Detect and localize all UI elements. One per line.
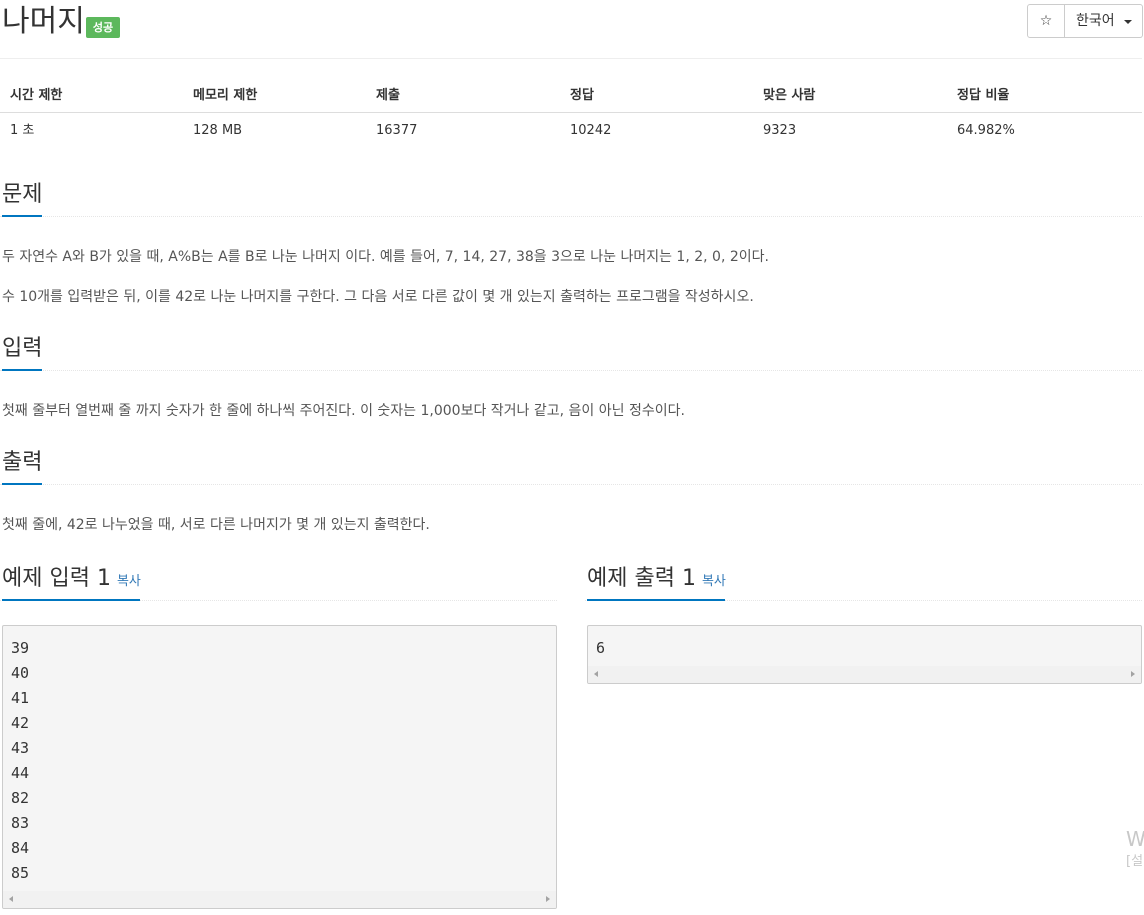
- sample-output-line: 6: [596, 639, 606, 657]
- sample-input-line: 83: [11, 814, 30, 832]
- section-underline: [2, 215, 42, 217]
- section-divider: [0, 216, 1142, 217]
- sample-input-line: 44: [11, 764, 30, 782]
- sample-input-line: 82: [11, 789, 30, 807]
- header-submissions: 제출: [376, 88, 400, 103]
- sample-output-header: 예제 출력 1 복사: [587, 564, 726, 594]
- status-badge: 성공: [86, 17, 120, 38]
- section-divider: [0, 370, 1142, 371]
- table-row: 1 초 128 MB 16377 10242 9323 64.982%: [0, 113, 1142, 148]
- language-label: 한국어: [1076, 13, 1115, 29]
- header-accept-ratio: 정답 비율: [957, 88, 1010, 103]
- horizontal-scrollbar[interactable]: [588, 666, 1141, 683]
- submissions-value: 16377: [376, 123, 418, 138]
- section-divider: [0, 484, 1142, 485]
- scroll-right-icon[interactable]: [546, 896, 550, 902]
- memory-limit-value: 128 MB: [193, 123, 243, 138]
- sample-input-line: 43: [11, 739, 30, 757]
- sample-input-lines: 39 40 41 42 43 44 82 83 84 85: [3, 626, 556, 886]
- sample-input-line: 84: [11, 839, 30, 857]
- problem-paragraph-1: 두 자연수 A와 B가 있을 때, A%B는 A를 B로 나눈 나머지 이다. …: [2, 249, 769, 265]
- sample-input-heading: 예제 입력 1: [2, 566, 111, 591]
- solved-users-value: 9323: [763, 123, 797, 138]
- sample-input-line: 41: [11, 689, 30, 707]
- sample-output-lines: 6: [588, 626, 1141, 661]
- windows-activation-watermark-sub: [설: [1126, 854, 1144, 869]
- section-underline: [2, 599, 140, 601]
- header-solved-users: 맞은 사람: [763, 88, 816, 103]
- problem-info-table: 시간 제한 메모리 제한 제출 정답 맞은 사람 정답 비율 1 초 128 M…: [0, 78, 1142, 148]
- section-underline: [587, 599, 725, 601]
- time-limit-value: 1 초: [10, 123, 35, 138]
- problem-paragraph-2: 수 10개를 입력받은 뒤, 이를 42로 나눈 나머지를 구한다. 그 다음 …: [2, 289, 754, 305]
- copy-sample-input-link[interactable]: 복사: [117, 574, 141, 589]
- caret-down-icon: [1124, 20, 1132, 24]
- copy-sample-output-link[interactable]: 복사: [702, 574, 726, 589]
- accept-ratio-value: 64.982%: [957, 123, 1015, 138]
- sample-input-line: 85: [11, 864, 30, 882]
- header-button-group: ☆ 한국어: [1027, 4, 1143, 38]
- sample-output-heading: 예제 출력 1: [587, 566, 696, 591]
- section-underline: [2, 483, 42, 485]
- scroll-right-icon[interactable]: [1131, 671, 1135, 677]
- sample-input-line: 42: [11, 714, 30, 732]
- output-description: 첫째 줄에, 42로 나누었을 때, 서로 다른 나머지가 몇 개 있는지 출력…: [2, 517, 430, 533]
- horizontal-scrollbar[interactable]: [3, 891, 556, 908]
- section-underline: [2, 369, 42, 371]
- table-header-row: 시간 제한 메모리 제한 제출 정답 맞은 사람 정답 비율: [0, 78, 1142, 113]
- header-memory-limit: 메모리 제한: [193, 88, 258, 103]
- scroll-left-icon[interactable]: [9, 896, 13, 902]
- header-time-limit: 시간 제한: [10, 88, 63, 103]
- sample-input-line: 39: [11, 639, 30, 657]
- input-heading: 입력: [2, 336, 43, 361]
- header-divider: [0, 58, 1142, 59]
- sample-input-box[interactable]: 39 40 41 42 43 44 82 83 84 85: [2, 625, 557, 909]
- output-heading: 출력: [2, 450, 43, 475]
- header-accepted: 정답: [570, 88, 594, 103]
- input-description: 첫째 줄부터 열번째 줄 까지 숫자가 한 줄에 하나씩 주어진다. 이 숫자는…: [2, 403, 685, 419]
- star-icon: ☆: [1039, 13, 1053, 29]
- sample-input-header: 예제 입력 1 복사: [2, 564, 141, 594]
- scroll-left-icon[interactable]: [594, 671, 598, 677]
- problem-heading: 문제: [2, 182, 43, 207]
- sample-output-box[interactable]: 6: [587, 625, 1142, 684]
- windows-activation-watermark: W: [1126, 827, 1144, 851]
- sample-input-line: 40: [11, 664, 30, 682]
- language-dropdown[interactable]: 한국어: [1065, 4, 1143, 38]
- problem-title: 나머지: [2, 4, 85, 39]
- accepted-value: 10242: [570, 123, 612, 138]
- star-button[interactable]: ☆: [1027, 4, 1065, 38]
